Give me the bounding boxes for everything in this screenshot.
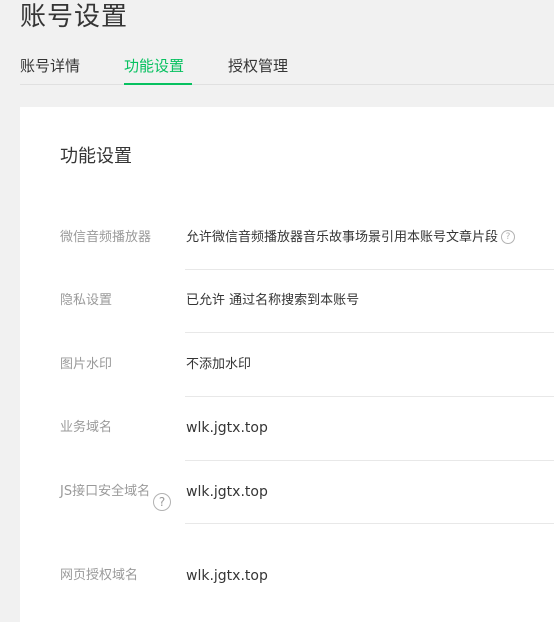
section-title: 功能设置	[60, 146, 132, 167]
tab-bar: 账号详情 功能设置 授权管理	[20, 52, 554, 85]
setting-value: wlk.jgtx.top	[186, 568, 268, 584]
setting-value: 已允许 通过名称搜索到本账号	[186, 293, 360, 308]
setting-label: JS接口安全域名	[60, 484, 151, 499]
setting-row-audio-player: 微信音频播放器 允许微信音频播放器音乐故事场景引用本账号文章片段?	[20, 222, 554, 270]
tab-account-details[interactable]: 账号详情	[20, 52, 88, 83]
setting-label: 网页授权域名	[60, 568, 139, 583]
setting-value: wlk.jgtx.top	[186, 420, 268, 436]
setting-value: 不添加水印	[186, 357, 252, 372]
setting-row-watermark: 图片水印 不添加水印	[20, 333, 554, 397]
tab-feature-settings[interactable]: 功能设置	[124, 52, 192, 85]
setting-value: wlk.jgtx.top	[186, 484, 268, 500]
setting-label: 图片水印	[60, 357, 113, 372]
setting-row-privacy: 隐私设置 已允许 通过名称搜索到本账号	[20, 270, 554, 333]
setting-value: 允许微信音频播放器音乐故事场景引用本账号文章片段?	[186, 227, 516, 249]
settings-card: 功能设置 微信音频播放器 允许微信音频播放器音乐故事场景引用本账号文章片段? 隐…	[20, 107, 554, 622]
help-icon[interactable]: ?	[501, 229, 516, 244]
setting-label: 业务域名	[60, 420, 113, 435]
setting-label: 微信音频播放器	[60, 230, 152, 245]
page-title: 账号设置	[20, 2, 129, 32]
setting-row-oauth-domain: 网页授权域名 wlk.jgtx.top	[20, 524, 554, 588]
setting-value-text: 允许微信音频播放器音乐故事场景引用本账号文章片段	[186, 230, 499, 245]
setting-label: 隐私设置	[60, 293, 113, 308]
setting-row-business-domain: 业务域名 wlk.jgtx.top	[20, 397, 554, 461]
setting-row-js-domain: JS接口安全域名 wlk.jgtx.top	[20, 461, 554, 524]
tab-authorization-management[interactable]: 授权管理	[228, 52, 296, 83]
help-icon[interactable]: ?	[153, 493, 171, 511]
